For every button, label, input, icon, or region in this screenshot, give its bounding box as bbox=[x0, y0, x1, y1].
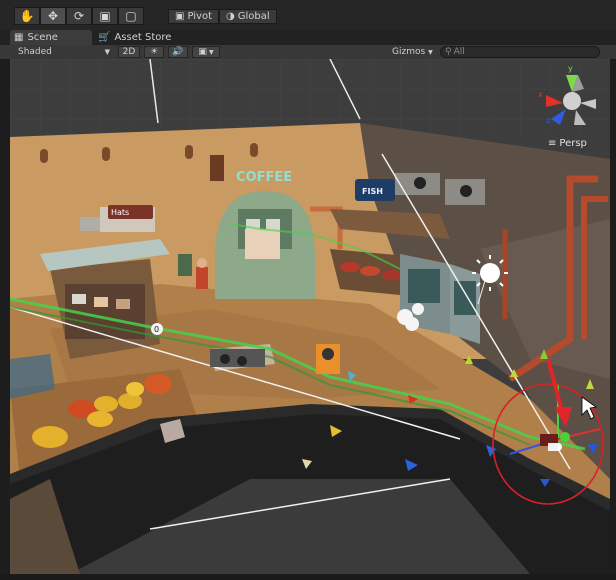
bottom-edge bbox=[0, 574, 616, 580]
rotate-tool-button[interactable]: ⟳ bbox=[66, 7, 92, 25]
y-axis-label: y bbox=[568, 64, 573, 73]
asset-store-icon: 🛒 bbox=[98, 32, 111, 43]
projection-toggle[interactable]: ≡ Persp bbox=[548, 138, 587, 149]
transform-tools: ✋ ✥ ⟳ ▣ ▢ bbox=[14, 7, 144, 25]
globe-icon: ◑ bbox=[226, 11, 235, 22]
svg-text:FISH: FISH bbox=[362, 187, 383, 196]
chevron-down-icon: ▼ bbox=[104, 48, 110, 56]
scene-render: Hats COFFEE FISH 0 y x z bbox=[10, 59, 610, 574]
hat-sign: Hats bbox=[111, 208, 129, 217]
persp-icon: ≡ bbox=[548, 138, 557, 149]
sun-icon: ☀ bbox=[149, 47, 159, 57]
scene-toolbar: Shaded ▼ 2D ☀ 🔊 ▣ ▼ Gizmos ▼ ⚲ All bbox=[0, 45, 616, 60]
global-label: Global bbox=[237, 11, 270, 22]
character bbox=[196, 267, 208, 289]
tab-asset-store-label: Asset Store bbox=[114, 32, 172, 43]
global-button[interactable]: ◑ Global bbox=[219, 9, 277, 24]
image-icon: ▣ bbox=[198, 47, 207, 57]
projection-label: Persp bbox=[559, 138, 587, 149]
rect-tool-button[interactable]: ▢ bbox=[118, 7, 144, 25]
lighting-toggle[interactable]: ☀ bbox=[144, 46, 164, 58]
hand-icon: ✋ bbox=[19, 9, 35, 23]
search-placeholder: All bbox=[453, 47, 465, 57]
pivot-button[interactable]: ▣ Pivot bbox=[168, 9, 219, 24]
hierarchy-search-input[interactable]: ⚲ All bbox=[440, 46, 600, 58]
speaker-icon: 🔊 bbox=[172, 47, 184, 57]
window-tabbar: ▦ Scene 🛒 Asset Store bbox=[0, 30, 616, 45]
scale-icon: ▣ bbox=[99, 9, 111, 23]
search-icon: ⚲ bbox=[445, 47, 452, 57]
coffee-sign: COFFEE bbox=[236, 170, 292, 185]
rotate-icon: ⟳ bbox=[73, 9, 85, 23]
x-axis-label: x bbox=[538, 90, 543, 99]
move-icon: ✥ bbox=[47, 9, 59, 23]
gizmos-label: Gizmos bbox=[392, 47, 426, 57]
tab-scene[interactable]: ▦ Scene bbox=[10, 30, 92, 45]
scene-viewport[interactable]: Hats COFFEE FISH 0 y x z bbox=[10, 59, 610, 574]
2d-label: 2D bbox=[122, 47, 136, 57]
move-tool-button[interactable]: ✥ bbox=[40, 7, 66, 25]
tab-asset-store[interactable]: 🛒 Asset Store bbox=[98, 30, 171, 45]
gizmos-dropdown[interactable]: Gizmos ▼ bbox=[392, 45, 433, 59]
pivot-icon: ▣ bbox=[175, 11, 185, 22]
shading-mode-dropdown[interactable]: Shaded ▼ bbox=[18, 45, 114, 59]
pivot-label: Pivot bbox=[187, 11, 212, 22]
z-axis-label: z bbox=[546, 116, 550, 125]
2d-toggle[interactable]: 2D bbox=[118, 46, 140, 58]
chevron-down-icon: ▼ bbox=[428, 48, 433, 56]
scene-grid-icon: ▦ bbox=[14, 32, 24, 43]
pivot-group: ▣ Pivot ◑ Global bbox=[168, 9, 277, 24]
svg-text:0: 0 bbox=[154, 325, 159, 334]
effects-dropdown[interactable]: ▣ ▼ bbox=[192, 46, 220, 58]
shading-mode-label: Shaded bbox=[18, 47, 52, 57]
audio-toggle[interactable]: 🔊 bbox=[168, 46, 188, 58]
main-toolbar: ✋ ✥ ⟳ ▣ ▢ ▣ Pivot ◑ Global bbox=[0, 0, 616, 30]
tab-scene-label: Scene bbox=[27, 32, 58, 43]
scale-tool-button[interactable]: ▣ bbox=[92, 7, 118, 25]
chevron-down-icon: ▼ bbox=[208, 48, 214, 56]
poster bbox=[210, 155, 224, 181]
hand-tool-button[interactable]: ✋ bbox=[14, 7, 40, 25]
rect-icon: ▢ bbox=[125, 9, 137, 23]
